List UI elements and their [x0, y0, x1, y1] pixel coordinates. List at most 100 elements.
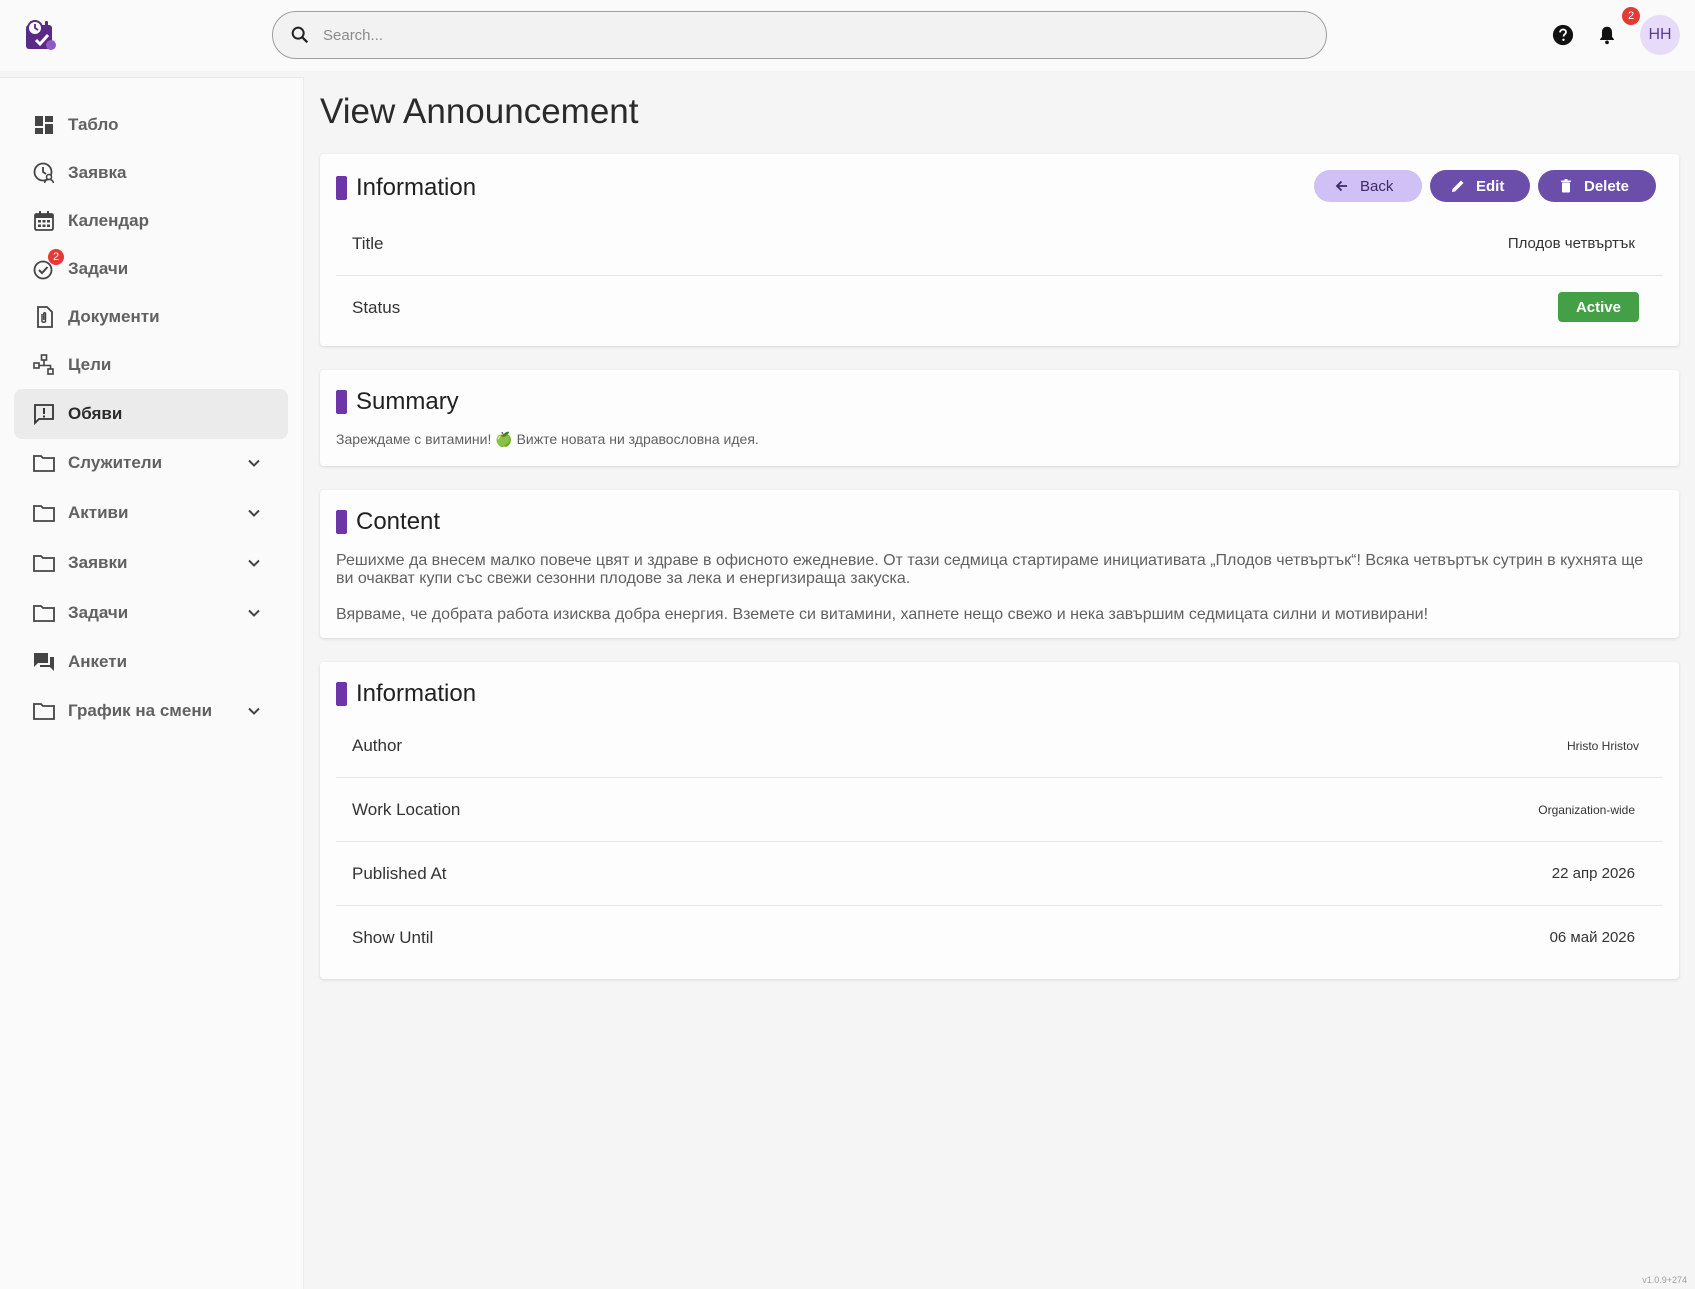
sidebar-item-label: Заявки [68, 553, 128, 572]
sidebar-item-documents[interactable]: Документи [14, 292, 288, 342]
delete-button[interactable]: Delete [1538, 170, 1656, 202]
sidebar-item-label: Задачи [68, 603, 129, 622]
row-value: Плодов четвъртък [1507, 235, 1635, 252]
sidebar-item-label: Активи [68, 503, 129, 522]
trash-icon [1561, 179, 1571, 193]
sidebar-item-shift-schedule[interactable]: График на смени [14, 686, 288, 736]
summary-text: Зареждаме с витамини! 🍏 Вижте новата ни … [336, 431, 759, 447]
card-header: Information [336, 680, 476, 708]
sidebar-item-label: Служители [68, 453, 163, 472]
summary-card: Summary Зареждаме с витамини! 🍏 Вижте но… [320, 370, 1679, 466]
detail-row-show-until: Show Until 06 май 2026 [336, 906, 1663, 970]
folder-icon [33, 605, 55, 622]
row-label: Status [352, 298, 401, 317]
meta-information-card: Information Author Hristo Hristov Work L… [320, 662, 1679, 979]
folder-icon [33, 455, 55, 472]
chevron-down-icon[interactable] [244, 701, 264, 721]
row-label: Show Until [352, 928, 434, 947]
row-label: Work Location [352, 800, 461, 819]
edit-button[interactable]: Edit [1430, 170, 1530, 202]
accent-bar [336, 682, 347, 706]
card-header: Information [336, 174, 476, 202]
folder-icon [33, 703, 55, 720]
folder-icon [33, 555, 55, 572]
card-title: Information [356, 174, 477, 201]
row-value: Organization-wide [1538, 803, 1635, 817]
back-button-label: Back [1360, 177, 1394, 195]
search-icon [291, 26, 309, 44]
chevron-down-icon[interactable] [244, 503, 264, 523]
help-icon[interactable] [1550, 22, 1576, 48]
sidebar-item-assets[interactable]: Активи [14, 488, 288, 538]
sidebar-item-label: Задачи [68, 259, 129, 278]
pencil-icon [1452, 180, 1464, 192]
detail-row-title: Title Плодов четвъртък [336, 212, 1663, 276]
card-title: Summary [356, 388, 459, 415]
goals-icon [33, 354, 54, 375]
information-card: Information Back Edit Delete Title Плодо… [320, 154, 1679, 346]
announcement-icon [34, 404, 54, 426]
sidebar-item-label: Обяви [68, 404, 123, 423]
sidebar-item-dashboard[interactable]: Табло [14, 100, 288, 150]
sidebar-item-calendar[interactable]: Календар [14, 196, 288, 246]
row-value: 22 апр 2026 [1551, 865, 1635, 882]
sidebar-item-surveys[interactable]: Анкети [14, 637, 288, 687]
search-input[interactable] [323, 26, 1283, 44]
search-bar[interactable] [272, 11, 1327, 59]
content-paragraph: Решихме да внесем малко повече цвят и зд… [336, 552, 1644, 587]
sidebar-item-announcements[interactable]: Обяви [14, 389, 288, 439]
arrow-left-icon [1335, 180, 1347, 192]
sidebar-item-label: Документи [68, 307, 160, 326]
tasks-count-badge: 2 [48, 249, 64, 265]
chevron-down-icon[interactable] [244, 553, 264, 573]
content-paragraph: Вярваме, че добрата работа изисква добра… [336, 606, 1429, 623]
document-icon [37, 306, 53, 328]
notifications-bell-icon[interactable] [1594, 22, 1620, 48]
sidebar-item-label: Анкети [68, 652, 128, 671]
content-body: Решихме да внесем малко повече цвят и зд… [336, 552, 1656, 624]
back-button[interactable]: Back [1314, 170, 1422, 202]
calendar-icon [34, 211, 54, 231]
sidebar-item-label: График на смени [68, 701, 213, 720]
accent-bar [336, 510, 347, 534]
user-avatar[interactable]: HH [1640, 15, 1680, 55]
sidebar-item-label: Цели [68, 355, 112, 374]
card-header: Content [336, 508, 440, 536]
status-badge: Active [1557, 292, 1639, 322]
sidebar-item-requests[interactable]: Заявки [14, 538, 288, 588]
sidebar-item-tasks[interactable]: 2 Задачи [14, 244, 288, 294]
row-value: 06 май 2026 [1549, 929, 1635, 946]
top-bar: 2 HH [0, 0, 1695, 71]
detail-row-published-at: Published At 22 апр 2026 [336, 842, 1663, 906]
card-title: Content [356, 508, 441, 535]
time-request-icon [33, 162, 55, 184]
forum-icon [34, 653, 54, 671]
sidebar-item-label: Табло [68, 115, 119, 134]
notifications-count-badge: 2 [1622, 7, 1640, 25]
edit-button-label: Edit [1476, 177, 1505, 195]
accent-bar [336, 390, 347, 414]
card-title: Information [356, 680, 477, 707]
folder-icon [33, 505, 55, 522]
sidebar-item-employees[interactable]: Служители [14, 438, 288, 488]
sidebar-item-goals[interactable]: Цели [14, 340, 288, 390]
dashboard-icon [35, 116, 53, 134]
delete-button-label: Delete [1584, 177, 1630, 195]
chevron-down-icon[interactable] [244, 453, 264, 473]
sidebar-item-tasks-group[interactable]: Задачи [14, 588, 288, 638]
row-label: Title [352, 234, 384, 253]
row-value: Hristo Hristov [1566, 739, 1639, 753]
app-version: v1.0.9+274 [1642, 1275, 1687, 1285]
accent-bar [336, 176, 347, 200]
sidebar-item-request[interactable]: Заявка [14, 148, 288, 198]
content-card: Content Решихме да внесем малко повече ц… [320, 490, 1679, 638]
row-label: Author [352, 736, 403, 755]
page-title: View Announcement [320, 92, 639, 131]
detail-row-author: Author Hristo Hristov [336, 714, 1663, 778]
row-label: Published At [352, 864, 447, 883]
sidebar-item-label: Календар [68, 211, 149, 230]
chevron-down-icon[interactable] [244, 603, 264, 623]
sidebar-item-label: Заявка [68, 163, 127, 182]
card-header: Summary [336, 388, 459, 416]
app-logo-icon[interactable] [22, 17, 58, 53]
